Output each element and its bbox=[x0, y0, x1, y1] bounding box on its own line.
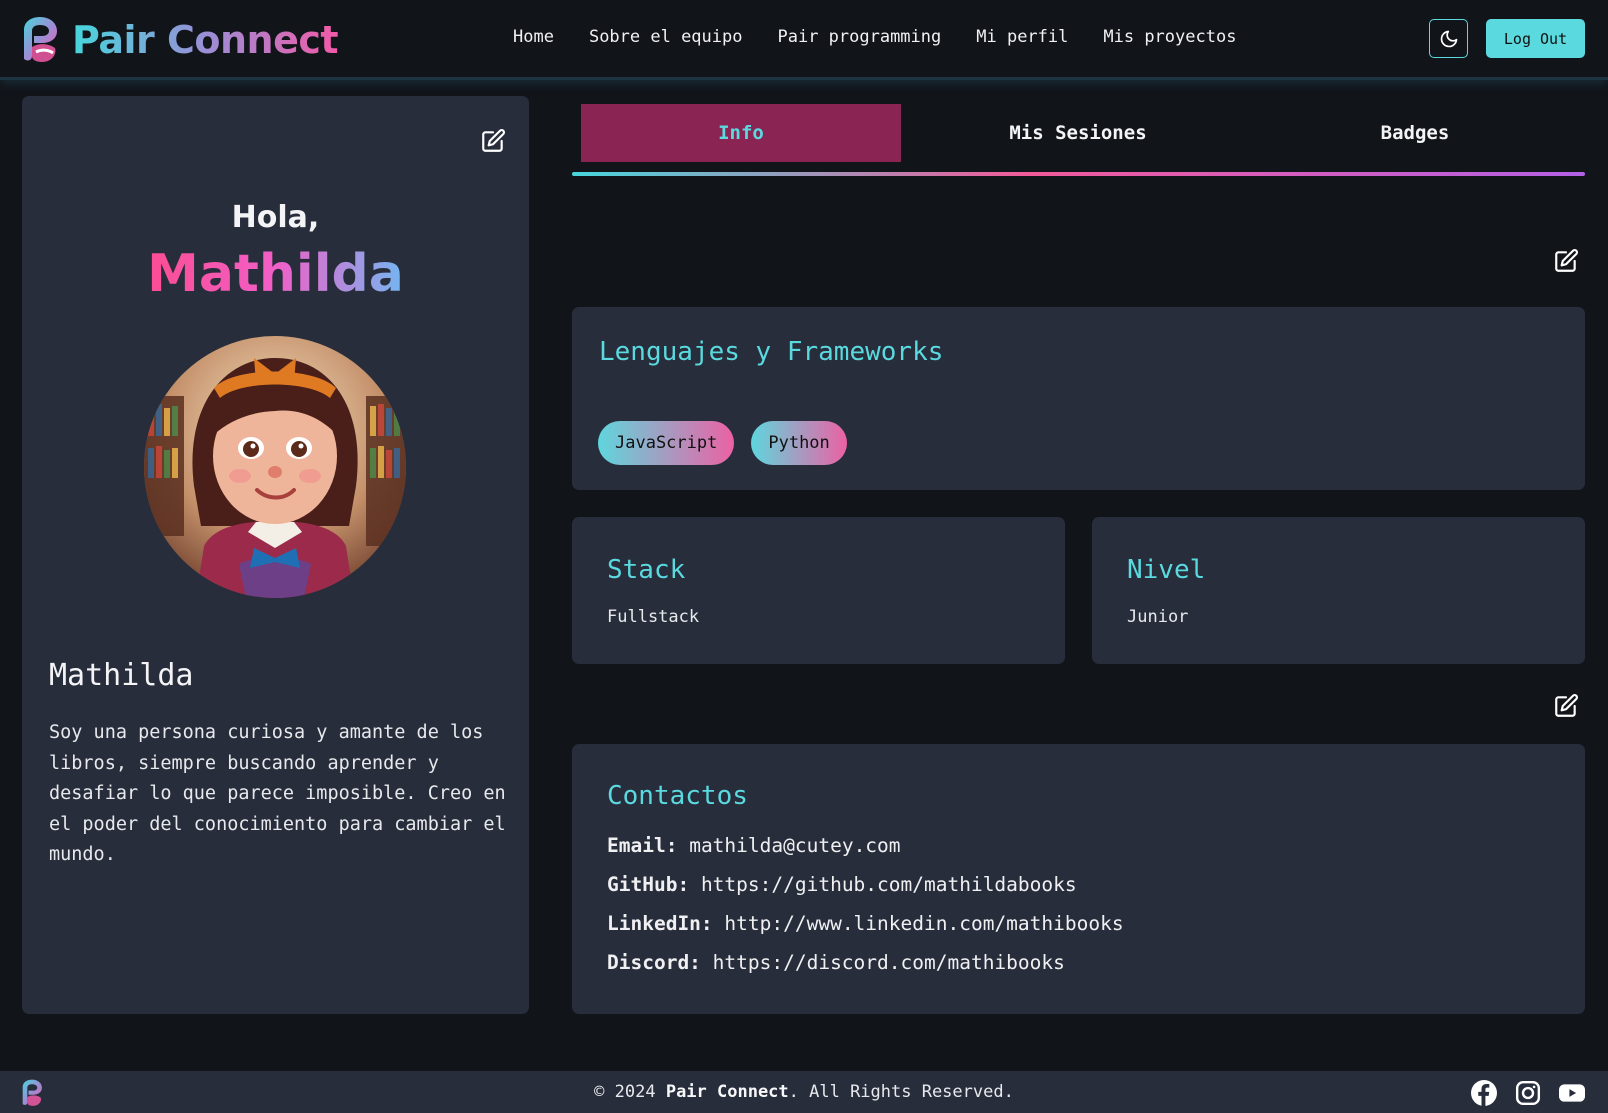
contact-linkedin: LinkedIn: http://www.linkedin.com/mathib… bbox=[607, 912, 1124, 935]
nav-link-sobre-el-equipo[interactable]: Sobre el equipo bbox=[589, 27, 743, 47]
facebook-icon[interactable] bbox=[1471, 1080, 1497, 1106]
nav-link-home[interactable]: Home bbox=[513, 27, 554, 47]
language-chip-python: Python bbox=[751, 421, 847, 465]
languages-panel: Lenguajes y Frameworks JavaScript Python bbox=[572, 307, 1585, 490]
brand-name: Pair Connect bbox=[72, 18, 339, 62]
level-value: Junior bbox=[1127, 607, 1189, 627]
languages-chip-list: JavaScript Python bbox=[598, 421, 864, 465]
level-panel: Nivel Junior bbox=[1092, 517, 1585, 664]
profile-card: Hola, Mathilda Mathilda Soy una persona … bbox=[22, 96, 529, 1014]
contacts-panel: Contactos Email: mathilda@cutey.com GitH… bbox=[572, 744, 1585, 1014]
nav-link-mi-perfil[interactable]: Mi perfil bbox=[976, 27, 1068, 47]
tabs-underline bbox=[572, 172, 1585, 176]
theme-toggle-button[interactable] bbox=[1429, 19, 1468, 58]
nav-link-mis-proyectos[interactable]: Mis proyectos bbox=[1103, 27, 1236, 47]
footer-copyright: © 2024 Pair Connect. All Rights Reserved… bbox=[0, 1082, 1608, 1102]
language-chip-javascript: JavaScript bbox=[598, 421, 735, 465]
profile-name: Mathilda bbox=[49, 658, 194, 693]
instagram-icon[interactable] bbox=[1515, 1080, 1541, 1106]
greeting-name-text: Mathilda bbox=[147, 244, 404, 304]
footer-brand: Pair Connect bbox=[665, 1082, 789, 1102]
contacts-title: Contactos bbox=[607, 781, 748, 811]
tab-info[interactable]: Info bbox=[581, 104, 901, 162]
edit-skills-icon[interactable] bbox=[1553, 248, 1579, 274]
contact-email-value[interactable]: mathilda@cutey.com bbox=[689, 834, 900, 857]
edit-contacts-icon[interactable] bbox=[1553, 693, 1579, 719]
moon-icon bbox=[1440, 30, 1457, 47]
languages-title: Lenguajes y Frameworks bbox=[599, 337, 944, 367]
footer: © 2024 Pair Connect. All Rights Reserved… bbox=[0, 1071, 1608, 1113]
main-nav: Home Sobre el equipo Pair programming Mi… bbox=[513, 27, 1271, 47]
contact-discord-value[interactable]: https://discord.com/mathibooks bbox=[713, 951, 1065, 974]
profile-bio: Soy una persona curiosa y amante de los … bbox=[49, 722, 506, 865]
contact-linkedin-value[interactable]: http://www.linkedin.com/mathibooks bbox=[724, 912, 1123, 935]
logout-button[interactable]: Log Out bbox=[1486, 19, 1585, 58]
edit-profile-icon[interactable] bbox=[480, 128, 506, 154]
brand-logo[interactable]: Pair Connect bbox=[20, 16, 339, 64]
contact-github: GitHub: https://github.com/mathildabooks bbox=[607, 873, 1077, 896]
footer-prefix: © 2024 bbox=[594, 1082, 666, 1102]
stack-value: Fullstack bbox=[607, 607, 700, 627]
contact-github-value[interactable]: https://github.com/mathildabooks bbox=[701, 873, 1077, 896]
contact-email: Email: mathilda@cutey.com bbox=[607, 834, 901, 857]
stack-title: Stack bbox=[607, 555, 686, 585]
contact-discord-label: Discord: bbox=[607, 951, 701, 974]
pair-connect-logo-icon bbox=[24, 17, 57, 62]
nav-link-pair-programming[interactable]: Pair programming bbox=[777, 27, 941, 47]
navbar: Pair Connect Home Sobre el equipo Pair p… bbox=[0, 0, 1608, 80]
greeting-text: Hola, bbox=[231, 200, 320, 235]
stack-panel: Stack Fullstack bbox=[572, 517, 1065, 664]
youtube-icon[interactable] bbox=[1559, 1080, 1585, 1106]
tab-badges[interactable]: Badges bbox=[1255, 104, 1575, 162]
profile-tabs: Info Mis Sesiones Badges bbox=[572, 104, 1585, 162]
tab-mis-sesiones[interactable]: Mis Sesiones bbox=[901, 104, 1255, 162]
greeting-name: Mathilda bbox=[22, 242, 529, 306]
level-title: Nivel bbox=[1127, 555, 1206, 585]
contact-github-label: GitHub: bbox=[607, 873, 690, 896]
contact-linkedin-label: LinkedIn: bbox=[607, 912, 713, 935]
contact-email-label: Email: bbox=[607, 834, 678, 857]
footer-suffix: . All Rights Reserved. bbox=[788, 1082, 1014, 1102]
contact-discord: Discord: https://discord.com/mathibooks bbox=[607, 951, 1065, 974]
avatar bbox=[144, 336, 406, 598]
avatar-illustration bbox=[144, 336, 406, 598]
